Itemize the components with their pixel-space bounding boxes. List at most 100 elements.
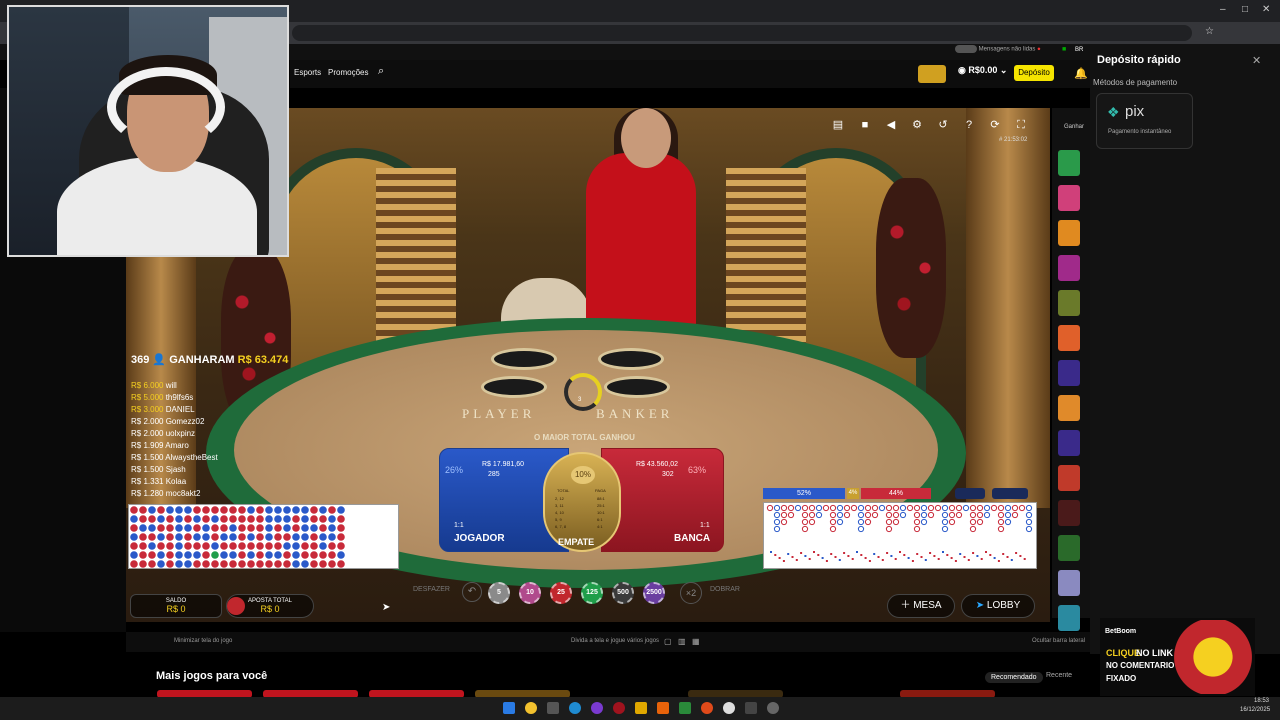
bead-B bbox=[274, 524, 282, 532]
search-icon[interactable]: ⌕ bbox=[378, 65, 384, 78]
maximize-icon[interactable]: □ bbox=[1242, 4, 1248, 15]
grid-two-icon[interactable]: ▥ bbox=[678, 637, 686, 646]
big-road-mark bbox=[836, 511, 844, 519]
calendar-icon[interactable] bbox=[547, 702, 559, 714]
bell-icon[interactable]: 🔔 bbox=[1074, 67, 1088, 80]
promo-banner[interactable]: BetBoom CLIQUE NO LINK NO COMENTARIO FIX… bbox=[1100, 618, 1255, 696]
bead-P bbox=[193, 515, 201, 523]
lobby-button[interactable]: ➤ LOBBY bbox=[961, 594, 1035, 618]
derived-road-mark bbox=[890, 555, 893, 557]
game-thumbnail[interactable] bbox=[1058, 535, 1080, 561]
winner-row: R$ 1.909 Amaro bbox=[131, 441, 189, 450]
missions-icon[interactable] bbox=[918, 65, 946, 83]
big-road-mark bbox=[780, 504, 788, 512]
game-thumbnail[interactable] bbox=[1058, 395, 1080, 421]
bead-P bbox=[229, 533, 237, 541]
minimize-icon[interactable]: – bbox=[1220, 4, 1226, 15]
big-road-mark bbox=[801, 525, 809, 533]
bet-spot-tie[interactable]: 10% TOTAL PAGA 2, 12 88:1 3, 11 25:1 4, … bbox=[543, 452, 621, 552]
banker-predict-button[interactable] bbox=[992, 488, 1028, 499]
game-thumbnail[interactable] bbox=[1058, 570, 1080, 596]
unread-messages[interactable]: Mensagens não lidas ● bbox=[955, 45, 1050, 57]
toggle-icon[interactable] bbox=[955, 45, 977, 53]
game-thumbnail[interactable] bbox=[1058, 150, 1080, 176]
ganhar-tab[interactable]: Ganhar bbox=[1064, 124, 1084, 130]
chrome-icon[interactable] bbox=[525, 702, 537, 714]
mesa-button[interactable]: ＋ MESA bbox=[887, 594, 955, 618]
refresh-icon[interactable]: ⟳ bbox=[986, 116, 1004, 134]
discord-icon[interactable] bbox=[591, 702, 603, 714]
lang-label[interactable]: BR bbox=[1075, 47, 1083, 53]
nav-esports[interactable]: Esports bbox=[294, 68, 321, 77]
chip-500[interactable]: 500 bbox=[612, 582, 634, 604]
app-icon[interactable] bbox=[657, 702, 669, 714]
terminal-icon[interactable] bbox=[679, 702, 691, 714]
eye-icon[interactable]: ◉ bbox=[958, 65, 966, 75]
game-thumbnail[interactable] bbox=[1058, 220, 1080, 246]
bead-B bbox=[256, 524, 264, 532]
fullscreen-icon[interactable]: ⛶ bbox=[1012, 116, 1030, 134]
edge-icon[interactable] bbox=[569, 702, 581, 714]
undo-icon[interactable]: ↶ bbox=[462, 582, 482, 602]
start-icon[interactable] bbox=[503, 702, 515, 714]
bead-B bbox=[166, 533, 174, 541]
game-thumbnail[interactable] bbox=[1058, 255, 1080, 281]
grid-one-icon[interactable]: ▢ bbox=[664, 637, 672, 646]
obs-icon[interactable] bbox=[701, 702, 713, 714]
hide-sidebar[interactable]: Ocultar barra lateral bbox=[1032, 638, 1085, 644]
settings-app-icon[interactable] bbox=[767, 702, 779, 714]
game-thumbnail[interactable] bbox=[1058, 605, 1080, 631]
chip-125[interactable]: 125 bbox=[581, 582, 603, 604]
bead-P bbox=[229, 524, 237, 532]
derived-road-mark bbox=[830, 553, 833, 555]
video-icon[interactable]: ■ bbox=[856, 116, 874, 134]
star-icon[interactable]: ☆ bbox=[1205, 26, 1214, 37]
tie-pays: 88:1 bbox=[597, 496, 605, 501]
pix-method-card[interactable]: ❖ pix Pagamento instantâneo bbox=[1096, 93, 1193, 149]
player-predict-button[interactable] bbox=[955, 488, 985, 499]
history-icon[interactable]: ↺ bbox=[934, 116, 952, 134]
bead-B bbox=[256, 542, 264, 550]
url-field[interactable] bbox=[292, 25, 1192, 41]
close-window-icon[interactable]: ✕ bbox=[1262, 4, 1270, 15]
chip-10[interactable]: 10 bbox=[519, 582, 541, 604]
volume-icon[interactable]: ◀ bbox=[882, 116, 900, 134]
tab-recomendado[interactable]: Recomendado bbox=[985, 672, 1043, 683]
derived-road-mark bbox=[937, 558, 940, 560]
nav-promocoes[interactable]: Promoções bbox=[328, 68, 368, 77]
close-icon[interactable]: ✕ bbox=[1252, 54, 1261, 67]
game-thumbnail[interactable] bbox=[1058, 360, 1080, 386]
chip-25[interactable]: 25 bbox=[550, 582, 572, 604]
big-road-mark bbox=[773, 518, 781, 526]
steam-icon[interactable] bbox=[723, 702, 735, 714]
game-thumbnail[interactable] bbox=[1058, 465, 1080, 491]
bead-P bbox=[193, 551, 201, 559]
chip-5[interactable]: 5 bbox=[488, 582, 510, 604]
balance[interactable]: ◉ R$0.00 ⌄ bbox=[958, 65, 1007, 76]
game-thumbnail[interactable] bbox=[1058, 290, 1080, 316]
bead-P bbox=[148, 524, 156, 532]
game-thumbnail[interactable] bbox=[1058, 325, 1080, 351]
help-icon[interactable]: ? bbox=[960, 116, 978, 134]
game-thumbnail[interactable] bbox=[1058, 185, 1080, 211]
game-thumbnail[interactable] bbox=[1058, 500, 1080, 526]
bead-B bbox=[283, 551, 291, 559]
bead-P bbox=[193, 533, 201, 541]
minimize-game[interactable]: Minimizar tela do jogo bbox=[174, 638, 232, 644]
bead-P bbox=[328, 524, 336, 532]
game-thumbnail[interactable] bbox=[1058, 430, 1080, 456]
tab-recente[interactable]: Recente bbox=[1046, 672, 1072, 679]
double-icon[interactable]: ×2 bbox=[680, 582, 702, 604]
settings-icon[interactable]: ⚙ bbox=[908, 116, 926, 134]
bead-P bbox=[184, 524, 192, 532]
deposit-button[interactable]: Depósito bbox=[1014, 65, 1054, 81]
bead-B bbox=[193, 524, 201, 532]
tie-total: 2, 12 bbox=[555, 496, 564, 501]
bead-B bbox=[166, 515, 174, 523]
folder-icon[interactable] bbox=[635, 702, 647, 714]
grid-four-icon[interactable]: ▦ bbox=[692, 637, 700, 646]
chat-icon[interactable]: ▤ bbox=[829, 116, 847, 134]
chip-2500[interactable]: 2500 bbox=[643, 582, 665, 604]
opera-icon[interactable] bbox=[613, 702, 625, 714]
window-icon[interactable] bbox=[745, 702, 757, 714]
